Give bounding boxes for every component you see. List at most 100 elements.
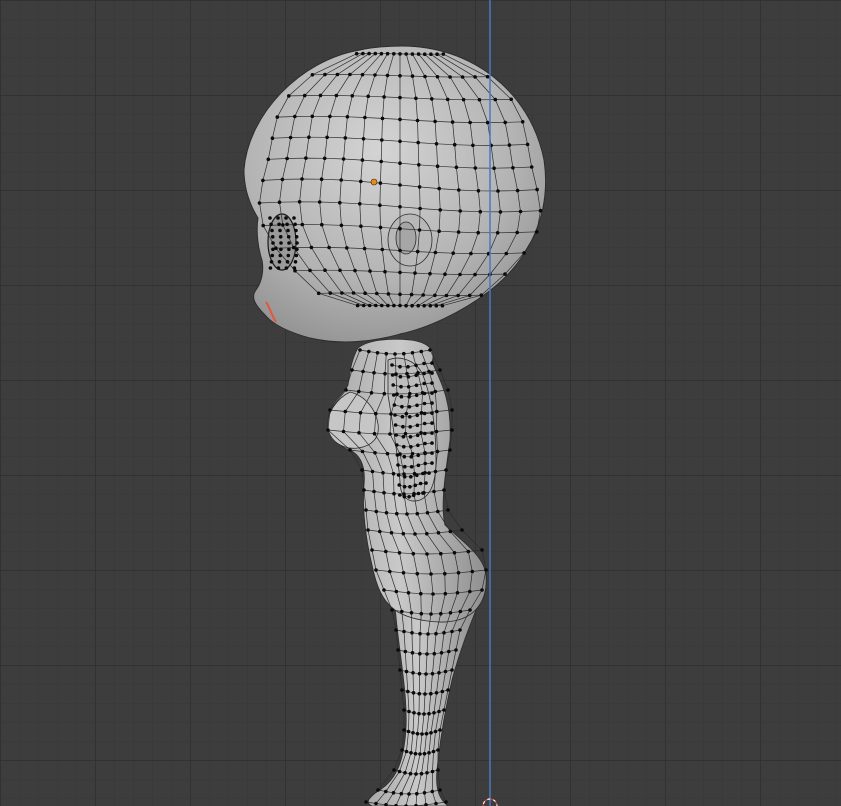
mesh-vertex[interactable] xyxy=(275,115,280,119)
mesh-vertex[interactable] xyxy=(427,751,431,755)
mesh-vertex[interactable] xyxy=(416,491,421,496)
mesh-vertex[interactable] xyxy=(484,568,488,572)
mesh-vertex[interactable] xyxy=(522,251,526,255)
mesh-vertex[interactable] xyxy=(448,529,453,534)
mesh-vertex[interactable] xyxy=(452,142,457,147)
mesh-vertex[interactable] xyxy=(430,421,434,425)
mesh-vertex[interactable] xyxy=(345,115,350,119)
mesh-vertex[interactable] xyxy=(411,493,416,498)
mesh-vertex[interactable] xyxy=(279,247,283,252)
mesh-vertex[interactable] xyxy=(402,708,406,712)
mesh-vertex[interactable] xyxy=(415,571,420,576)
mesh-vertex[interactable] xyxy=(407,495,411,499)
mesh-vertex[interactable] xyxy=(361,51,365,56)
mesh-vertex[interactable] xyxy=(360,72,365,77)
mesh-vertex[interactable] xyxy=(402,474,407,479)
mesh-vertex[interactable] xyxy=(404,749,409,754)
mesh-vertex[interactable] xyxy=(391,383,396,387)
mesh-vertex[interactable] xyxy=(359,224,363,228)
mesh-vertex[interactable] xyxy=(394,628,398,632)
mesh-vertex[interactable] xyxy=(420,732,424,736)
mesh-vertex[interactable] xyxy=(408,415,412,419)
mesh-vertex[interactable] xyxy=(419,349,424,354)
mesh-vertex[interactable] xyxy=(419,591,423,596)
mesh-vertex[interactable] xyxy=(398,303,402,308)
mesh-vertex[interactable] xyxy=(398,364,402,369)
mesh-vertex[interactable] xyxy=(382,391,387,396)
mesh-vertex[interactable] xyxy=(350,94,355,98)
mesh-vertex[interactable] xyxy=(302,93,307,98)
mesh-vertex[interactable] xyxy=(407,792,411,796)
object-origin[interactable] xyxy=(370,178,378,186)
mesh-vertex[interactable] xyxy=(409,445,413,449)
mesh-vertex[interactable] xyxy=(367,51,371,56)
mesh-vertex[interactable] xyxy=(375,291,379,296)
mesh-vertex[interactable] xyxy=(358,348,362,352)
mesh-vertex[interactable] xyxy=(456,571,461,575)
mesh-vertex[interactable] xyxy=(328,408,332,412)
mesh-vertex[interactable] xyxy=(376,788,380,792)
mesh-vertex[interactable] xyxy=(428,348,432,352)
mesh-vertex[interactable] xyxy=(417,185,422,189)
mesh-vertex[interactable] xyxy=(455,591,460,595)
mesh-vertex[interactable] xyxy=(399,791,404,796)
mesh-vertex[interactable] xyxy=(435,449,440,454)
mesh-vertex[interactable] xyxy=(269,260,274,264)
mesh-vertex[interactable] xyxy=(407,405,412,409)
mesh-vertex[interactable] xyxy=(385,73,390,78)
mesh-vertex[interactable] xyxy=(430,769,435,774)
mesh-vertex[interactable] xyxy=(345,246,349,250)
mesh-vertex[interactable] xyxy=(341,157,346,161)
mesh-vertex[interactable] xyxy=(433,250,438,255)
mesh-vertex[interactable] xyxy=(437,671,441,675)
mesh-vertex[interactable] xyxy=(415,511,420,516)
mesh-vertex[interactable] xyxy=(433,389,438,394)
mesh-vertex[interactable] xyxy=(402,454,407,459)
mesh-vertex[interactable] xyxy=(398,270,402,275)
mesh-vertex[interactable] xyxy=(410,451,415,456)
mesh-vertex[interactable] xyxy=(396,463,400,467)
mesh-vertex[interactable] xyxy=(419,431,423,435)
mesh-vertex[interactable] xyxy=(374,303,378,308)
mesh-vertex[interactable] xyxy=(360,468,364,472)
mesh-vertex[interactable] xyxy=(458,628,462,632)
mesh-vertex[interactable] xyxy=(424,672,428,676)
mesh-vertex[interactable] xyxy=(441,52,446,56)
mesh-vertex[interactable] xyxy=(410,74,415,78)
mesh-vertex[interactable] xyxy=(401,424,405,429)
mesh-vertex[interactable] xyxy=(410,651,415,655)
mesh-vertex[interactable] xyxy=(397,551,402,555)
mesh-vertex[interactable] xyxy=(416,140,421,145)
mesh-vertex[interactable] xyxy=(422,751,427,756)
mesh-vertex[interactable] xyxy=(421,491,425,495)
mesh-vertex[interactable] xyxy=(430,361,434,365)
mesh-vertex[interactable] xyxy=(398,292,402,297)
mesh-vertex[interactable] xyxy=(417,228,422,232)
mesh-vertex[interactable] xyxy=(443,272,447,277)
mesh-vertex[interactable] xyxy=(493,97,498,102)
mesh-vertex[interactable] xyxy=(409,292,414,297)
mesh-vertex[interactable] xyxy=(385,51,390,56)
mesh-vertex[interactable] xyxy=(429,731,433,735)
mesh-vertex[interactable] xyxy=(535,230,539,234)
mesh-vertex[interactable] xyxy=(295,241,299,245)
mesh-vertex[interactable] xyxy=(400,688,404,692)
mesh-vertex[interactable] xyxy=(384,351,389,356)
mesh-vertex[interactable] xyxy=(430,431,434,435)
mesh-vertex[interactable] xyxy=(429,691,433,696)
mesh-vertex[interactable] xyxy=(401,434,406,439)
mesh-vertex[interactable] xyxy=(403,649,408,654)
mesh-vertex[interactable] xyxy=(515,188,520,193)
mesh-vertex[interactable] xyxy=(304,156,308,160)
mesh-vertex[interactable] xyxy=(291,245,296,250)
mesh-vertex[interactable] xyxy=(402,351,406,356)
mesh-vertex[interactable] xyxy=(417,163,421,167)
mesh-vertex[interactable] xyxy=(504,251,509,256)
mesh-vertex[interactable] xyxy=(384,549,388,554)
mesh-vertex[interactable] xyxy=(405,512,409,516)
mesh-vertex[interactable] xyxy=(468,589,472,594)
mesh-vertex[interactable] xyxy=(286,235,291,239)
mesh-vertex[interactable] xyxy=(434,303,439,308)
mesh-vertex[interactable] xyxy=(339,223,344,228)
mesh-vertex[interactable] xyxy=(485,74,490,79)
